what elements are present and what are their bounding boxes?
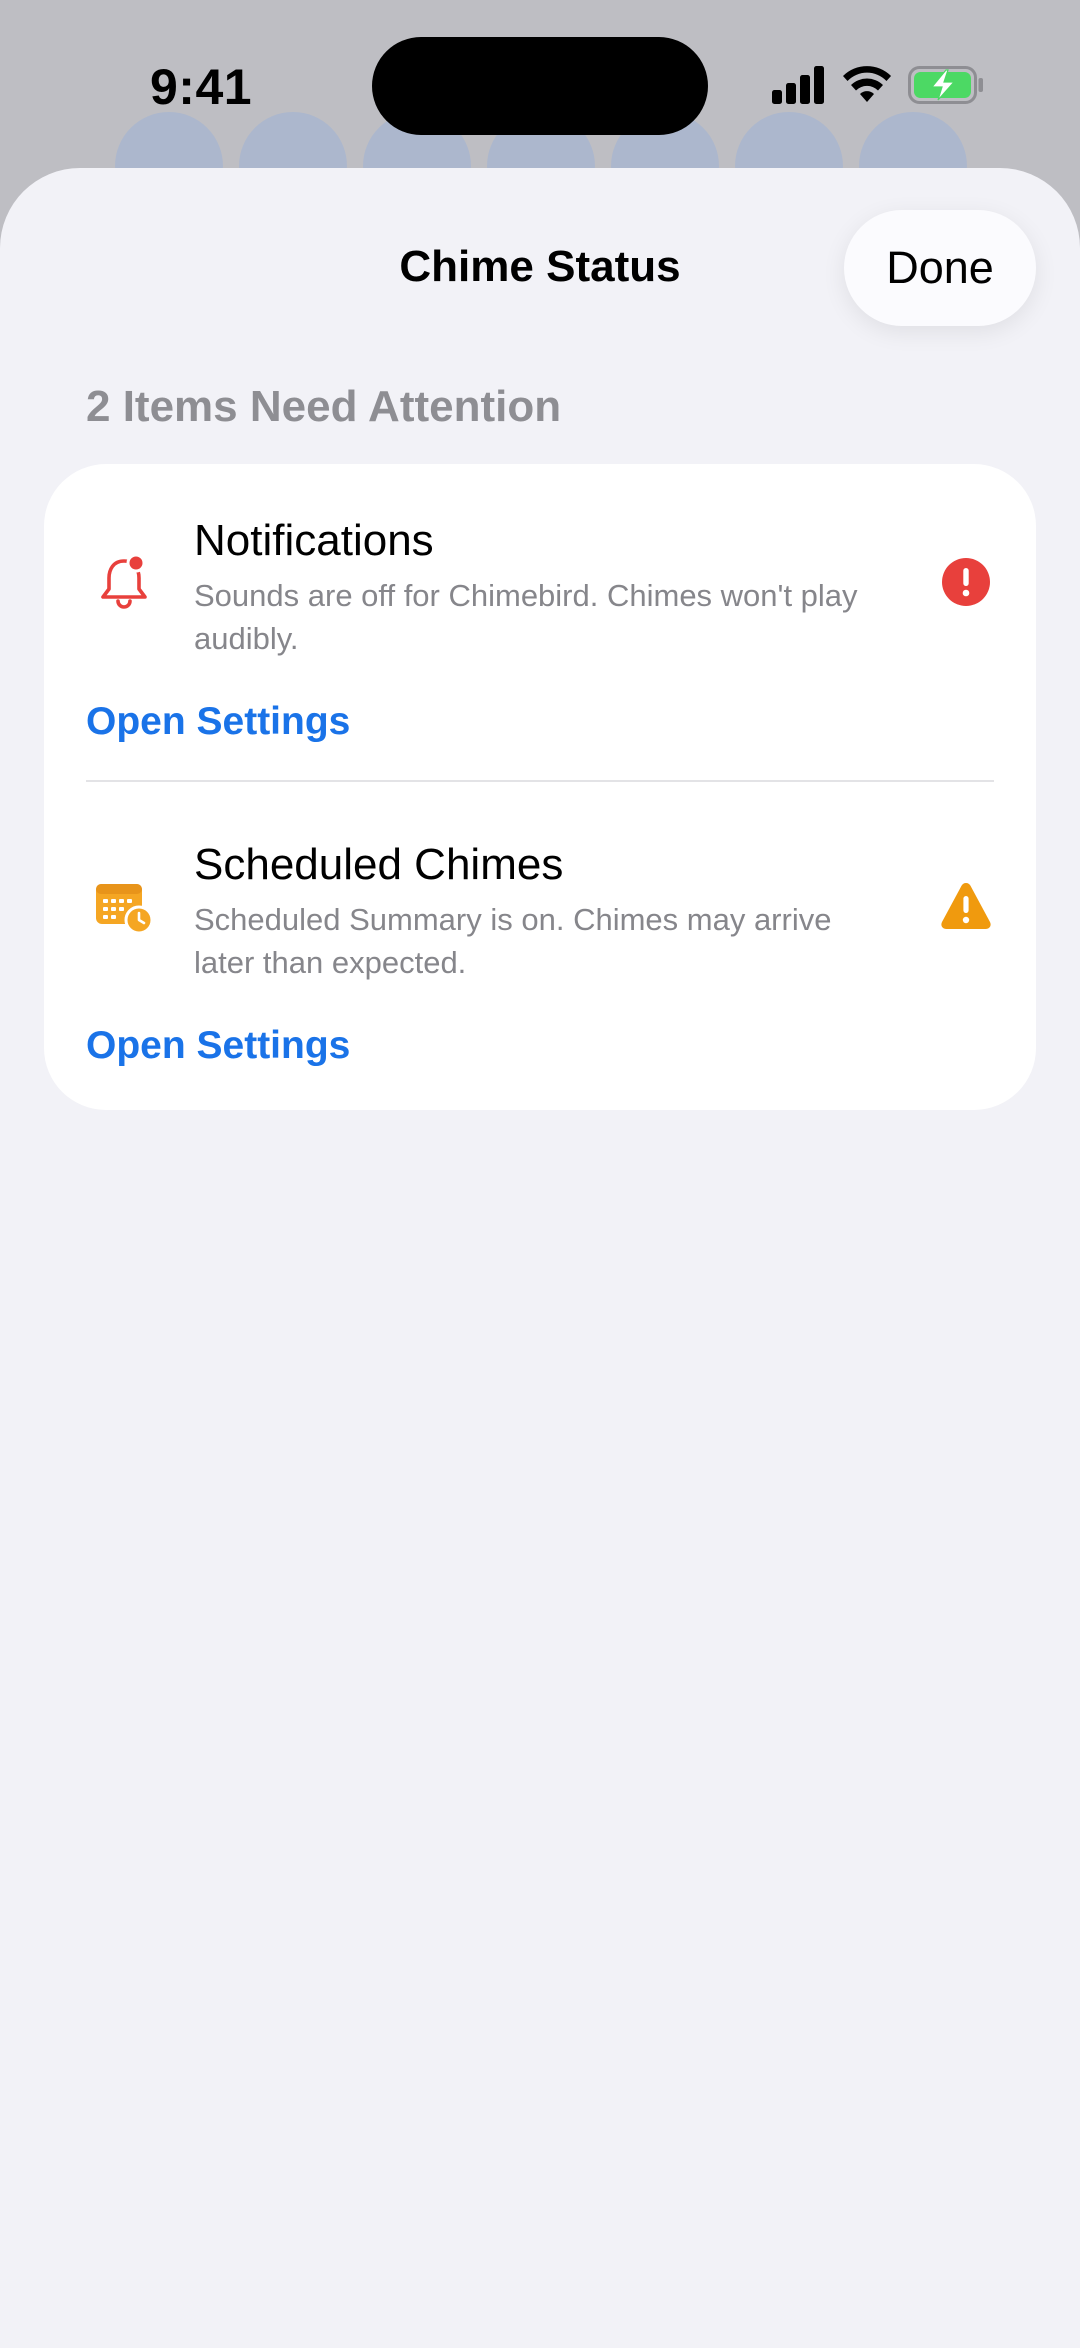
section-header: 2 Items Need Attention xyxy=(86,382,562,431)
calendar-clock-icon xyxy=(94,876,154,936)
item-title: Notifications xyxy=(194,516,434,565)
wifi-icon xyxy=(842,66,892,109)
open-settings-notifications-link[interactable]: Open Settings xyxy=(86,700,350,744)
dynamic-island xyxy=(372,37,708,135)
error-icon xyxy=(940,556,992,608)
attention-items-card: Notifications Sounds are off for Chimebi… xyxy=(44,464,1036,1110)
warning-icon xyxy=(940,880,992,932)
status-icons xyxy=(772,66,984,109)
item-title: Scheduled Chimes xyxy=(194,840,564,889)
item-description: Sounds are off for Chimebird. Chimes won… xyxy=(194,578,858,656)
chime-status-sheet: Chime Status Done 2 Items Need Attention… xyxy=(0,168,1080,2348)
bell-icon xyxy=(94,552,154,612)
done-button[interactable]: Done xyxy=(844,210,1036,326)
open-settings-scheduled-link[interactable]: Open Settings xyxy=(86,1024,350,1068)
cellular-signal-icon xyxy=(772,66,826,109)
status-time: 9:41 xyxy=(150,59,253,115)
item-description: Scheduled Summary is on. Chimes may arri… xyxy=(194,902,832,980)
battery-charging-icon xyxy=(908,66,984,109)
status-bar: 9:41 xyxy=(0,0,1080,170)
divider xyxy=(86,780,994,782)
